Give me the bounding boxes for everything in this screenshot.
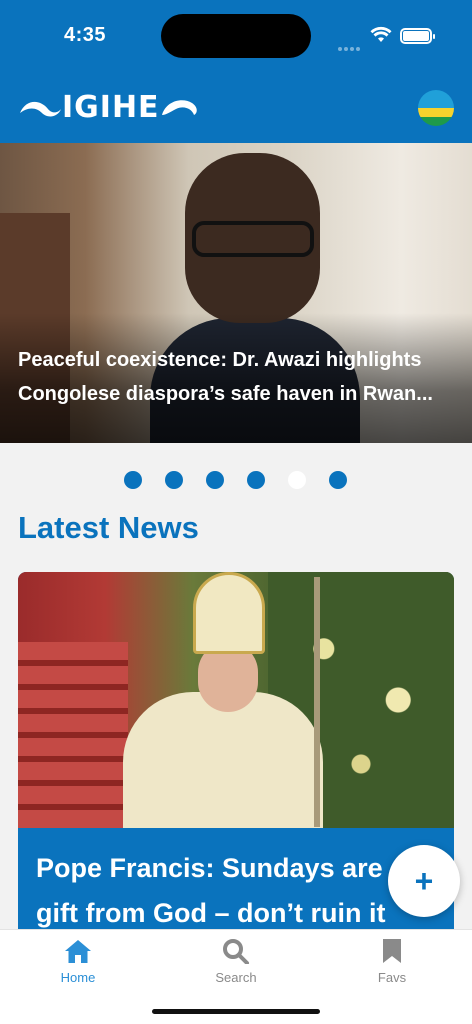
home-icon: [65, 940, 91, 963]
app-screen: 4:35 IGIHE Peaceful coexistence: Dr. Awa…: [0, 0, 472, 1024]
wifi-icon: [370, 26, 392, 42]
hero-carousel-slide[interactable]: Peaceful coexistence: Dr. Awazi highligh…: [0, 143, 472, 443]
carousel-dot[interactable]: [247, 471, 265, 489]
bookmark-icon: [383, 939, 401, 963]
igihe-logo: IGIHE: [18, 90, 200, 125]
status-time: 4:35: [64, 24, 107, 46]
search-icon: [223, 939, 249, 964]
news-card[interactable]: Pope Francis: Sundays are gift from God …: [18, 572, 454, 972]
hero-headline-line2: Congolese diaspora’s safe haven in Rwan.…: [18, 383, 433, 405]
carousel-dot[interactable]: [329, 471, 347, 489]
carousel-dot[interactable]: [206, 471, 224, 489]
tab-favs[interactable]: Favs: [342, 938, 442, 985]
news-card-image: [18, 572, 454, 828]
news-card-title[interactable]: Pope Francis: Sundays are gift from God …: [36, 846, 436, 936]
signal-icon: [338, 38, 364, 51]
rwanda-flag-icon[interactable]: [418, 90, 454, 126]
app-header: 4:35 IGIHE: [0, 0, 472, 143]
tab-home-label: Home: [60, 970, 96, 985]
tab-home[interactable]: Home: [28, 938, 128, 985]
tab-search-label: Search: [215, 970, 257, 985]
latest-news-heading: Latest News: [18, 510, 199, 545]
carousel-dot[interactable]: [124, 471, 142, 489]
hero-headline-line1: Peaceful coexistence: Dr. Awazi highligh…: [18, 349, 422, 371]
dynamic-island: [161, 14, 311, 58]
logo-text: IGIHE: [62, 90, 160, 125]
plus-icon: +: [414, 863, 434, 899]
tab-search[interactable]: Search: [186, 938, 286, 985]
carousel-dot-active[interactable]: [288, 471, 306, 489]
battery-icon: [400, 28, 435, 44]
carousel-dot[interactable]: [165, 471, 183, 489]
carousel-pagination: [124, 471, 370, 489]
logo-wave-left-icon: [20, 101, 61, 116]
add-fab-button[interactable]: +: [388, 845, 460, 917]
home-indicator: [152, 1009, 320, 1014]
logo-wave-right-icon: [161, 99, 197, 115]
news-card-title-line1: Pope Francis: Sundays are: [36, 853, 383, 883]
hero-headline[interactable]: Peaceful coexistence: Dr. Awazi highligh…: [18, 343, 458, 411]
tab-favs-label: Favs: [377, 970, 407, 985]
